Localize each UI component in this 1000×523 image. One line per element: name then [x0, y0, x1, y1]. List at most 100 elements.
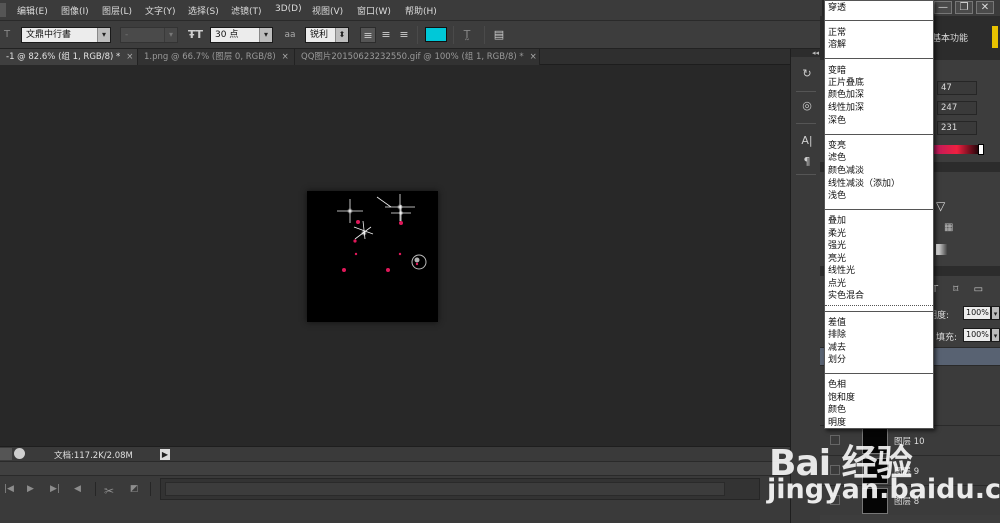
warp-text-icon[interactable]: T̰ [460, 27, 474, 43]
blend-mode-item[interactable]: 正片叠底 [828, 77, 864, 89]
opacity-input[interactable]: 100% [963, 306, 991, 320]
blend-mode-item[interactable]: 变亮 [828, 140, 846, 152]
collapse-arrows-icon[interactable]: ◂◂ [791, 49, 821, 57]
triangle-icon[interactable]: ▽ [936, 199, 945, 213]
play-icon[interactable]: ▶ [27, 484, 34, 494]
blend-mode-item[interactable]: 饱和度 [828, 392, 855, 404]
blend-mode-item[interactable]: 划分 [828, 354, 846, 366]
blend-mode-item[interactable]: 叠加 [828, 215, 846, 227]
chevron-down-icon[interactable]: ▾ [991, 306, 1000, 320]
blend-mode-item[interactable]: 差值 [828, 317, 846, 329]
align-right-button[interactable]: ≡ [396, 27, 412, 43]
layer-name: 图层 8 [894, 497, 920, 507]
blend-mode-item[interactable]: 亮光 [828, 253, 846, 265]
blend-mode-item[interactable]: 颜色 [828, 404, 846, 416]
grid-icon[interactable]: ▦ [944, 222, 953, 233]
text-color-swatch[interactable] [425, 27, 447, 42]
paragraph-icon[interactable]: ¶ [800, 155, 814, 169]
font-family-select[interactable]: 文鼎中行書 ▾ [21, 27, 111, 43]
separator [95, 482, 96, 496]
separator [150, 482, 151, 496]
next-frame-icon[interactable]: ▶| [50, 484, 60, 494]
color-value-r[interactable]: 47 [937, 81, 977, 95]
antialias-select[interactable]: 锐利 ⬍ [305, 27, 349, 43]
menu-filter[interactable]: 滤镜(T) [231, 4, 262, 17]
blend-mode-item[interactable]: 点光 [828, 278, 846, 290]
blend-mode-item[interactable]: 减去 [828, 342, 846, 354]
close-icon[interactable]: × [282, 52, 289, 62]
restore-button[interactable]: ❐ [955, 1, 973, 14]
menu-3d[interactable]: 3D(D) [275, 4, 302, 14]
font-style-value: - [125, 30, 129, 40]
blend-mode-item[interactable]: 明度 [828, 417, 846, 428]
menu-help[interactable]: 帮助(H) [405, 4, 437, 17]
workspace-label[interactable]: 基本功能 [932, 31, 968, 44]
blend-mode-item[interactable]: 变暗 [828, 65, 846, 77]
first-frame-icon[interactable]: |◀ [4, 484, 14, 494]
font-style-select[interactable]: - ▾ [120, 27, 178, 43]
chevron-down-icon[interactable]: ▾ [991, 328, 1000, 342]
blend-mode-item[interactable]: 实色混合 [828, 290, 864, 302]
scroll-thumb[interactable] [165, 482, 725, 496]
close-button[interactable]: ✕ [976, 1, 994, 14]
menu-window[interactable]: 窗口(W) [357, 4, 391, 17]
gradient-icon[interactable] [936, 244, 947, 255]
text-tool-icon[interactable]: T [2, 27, 12, 43]
font-size-value: 30 点 [215, 30, 239, 40]
tab-label: -1 @ 82.6% (组 1, RGB/8) * [6, 52, 121, 62]
status-menu-arrow-icon[interactable]: ▶ [160, 449, 170, 460]
close-icon[interactable]: × [126, 52, 133, 62]
fill-input[interactable]: 100% [963, 328, 991, 342]
color-ramp[interactable] [932, 145, 982, 154]
character-icon[interactable]: A| [800, 134, 814, 148]
zoom-field[interactable] [0, 448, 12, 460]
color-value-g[interactable]: 247 [937, 101, 977, 115]
adjustments-icon[interactable]: ◎ [800, 99, 814, 113]
menu-view[interactable]: 视图(V) [312, 4, 343, 17]
layer-row[interactable]: 图层 9 [820, 455, 1000, 485]
menu-image[interactable]: 图像(I) [61, 4, 89, 17]
split-scissors-icon[interactable]: ✂ [104, 484, 114, 498]
eye-toggle[interactable] [830, 435, 840, 445]
blend-mode-item[interactable]: 强光 [828, 240, 846, 252]
blend-mode-item[interactable]: 排除 [828, 329, 846, 341]
separator [484, 26, 485, 44]
blend-mode-item[interactable]: 溶解 [828, 39, 846, 51]
timeline-scrollbar[interactable] [160, 478, 760, 500]
blend-mode-item[interactable]: 柔光 [828, 228, 846, 240]
transition-icon[interactable]: ◩ [130, 484, 139, 494]
tab-document-2[interactable]: 1.png @ 66.7% (图层 0, RGB/8) × [138, 49, 295, 65]
tab-document-3[interactable]: QQ图片20150623232550.gif @ 100% (组 1, RGB/… [295, 49, 540, 65]
blend-mode-item[interactable]: 正常 [828, 27, 846, 39]
blend-mode-item[interactable]: 颜色减淡 [828, 165, 864, 177]
align-left-button[interactable]: ≡ [360, 27, 376, 43]
blend-mode-item[interactable]: 线性减淡（添加） [828, 178, 900, 190]
document-canvas[interactable] [307, 191, 438, 322]
menu-edit[interactable]: 编辑(E) [17, 4, 48, 17]
font-size-select[interactable]: 30 点 ▾ [210, 27, 273, 43]
menu-select[interactable]: 选择(S) [188, 4, 219, 17]
blend-mode-item[interactable]: 深色 [828, 115, 846, 127]
eye-toggle[interactable] [830, 495, 840, 505]
align-center-button[interactable]: ≡ [378, 27, 394, 43]
blend-mode-item[interactable]: 穿透 [828, 2, 846, 14]
layer-row[interactable]: 图层 8 [820, 485, 1000, 515]
eye-toggle[interactable] [830, 465, 840, 475]
blend-mode-item[interactable]: 滤色 [828, 152, 846, 164]
close-icon[interactable]: × [530, 52, 537, 62]
blend-mode-item[interactable]: 颜色加深 [828, 89, 864, 101]
history-icon[interactable]: ↻ [800, 67, 814, 81]
blend-mode-item[interactable]: 色相 [828, 379, 846, 391]
tab-document-1[interactable]: -1 @ 82.6% (组 1, RGB/8) * × [0, 49, 138, 65]
audio-icon[interactable]: ◀ [74, 484, 81, 494]
menu-type[interactable]: 文字(Y) [145, 4, 176, 17]
blend-mode-item[interactable]: 线性加深 [828, 102, 864, 114]
layer-filter-icons[interactable]: T ⌑ ▭ [932, 284, 989, 295]
blend-mode-item[interactable]: 线性光 [828, 265, 855, 277]
character-panel-icon[interactable]: ▤ [492, 27, 506, 43]
color-value-b[interactable]: 231 [937, 121, 977, 135]
blend-mode-item[interactable]: 浅色 [828, 190, 846, 202]
minimize-button[interactable]: — [934, 1, 952, 14]
layer-row[interactable]: 图层 10 [820, 425, 1000, 455]
menu-layer[interactable]: 图层(L) [102, 4, 132, 17]
